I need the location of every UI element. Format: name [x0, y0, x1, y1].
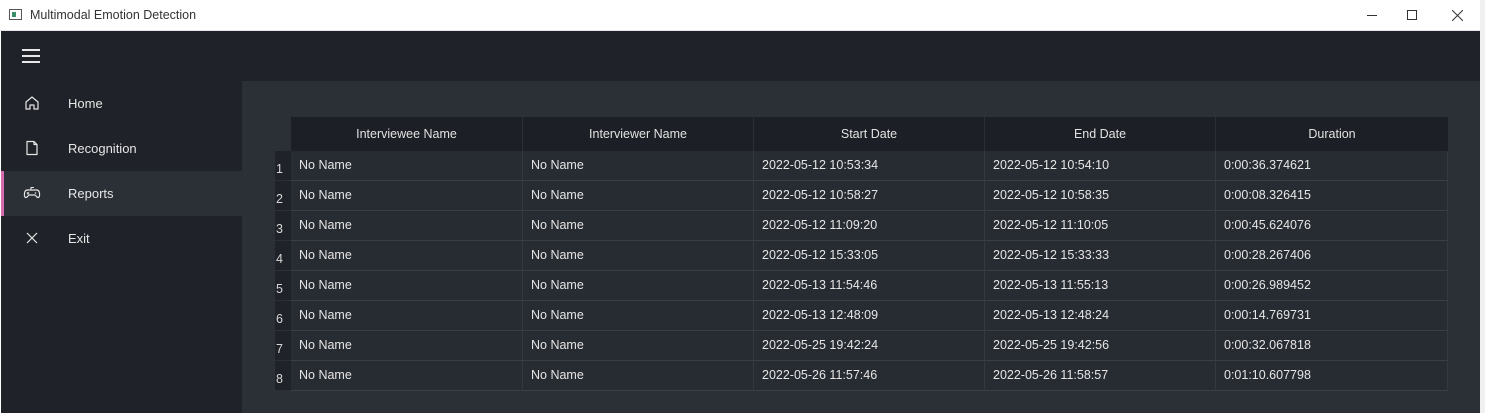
table-corner — [275, 117, 291, 151]
interviewer-cell[interactable]: No Name — [523, 211, 754, 241]
maximize-icon — [1407, 10, 1417, 20]
sidebar: Home Recognition Reports Exit — [1, 31, 242, 413]
interviewee-cell[interactable]: No Name — [291, 181, 523, 211]
document-icon — [23, 139, 41, 157]
sidebar-item-label: Home — [68, 96, 103, 111]
interviewer-cell[interactable]: No Name — [523, 181, 754, 211]
sidebar-item-label: Reports — [68, 186, 114, 201]
end-date-cell[interactable]: 2022-05-13 12:48:24 — [985, 301, 1216, 331]
interviewer-cell[interactable]: No Name — [523, 271, 754, 301]
interviewee-cell[interactable]: No Name — [291, 151, 523, 181]
column-header[interactable]: Duration — [1216, 117, 1448, 151]
menu-toggle-button[interactable] — [1, 31, 242, 81]
close-button[interactable] — [1434, 0, 1480, 30]
start-date-cell[interactable]: 2022-05-13 11:54:46 — [754, 271, 985, 301]
close-icon — [23, 229, 41, 247]
sidebar-item-exit[interactable]: Exit — [1, 216, 242, 261]
column-header[interactable]: Start Date — [754, 117, 985, 151]
row-number: 4 — [275, 241, 291, 271]
end-date-cell[interactable]: 2022-05-25 19:42:56 — [985, 331, 1216, 361]
table-row[interactable]: 5 No Name No Name 2022-05-13 11:54:46 20… — [275, 271, 1448, 301]
column-header[interactable]: Interviewer Name — [523, 117, 754, 151]
column-header[interactable]: Interviewee Name — [291, 117, 523, 151]
duration-cell[interactable]: 0:00:14.769731 — [1216, 301, 1448, 331]
end-date-cell[interactable]: 2022-05-12 11:10:05 — [985, 211, 1216, 241]
window-title: Multimodal Emotion Detection — [30, 8, 197, 22]
start-date-cell[interactable]: 2022-05-12 10:58:27 — [754, 181, 985, 211]
interviewee-cell[interactable]: No Name — [291, 241, 523, 271]
main-window: Home Recognition Reports Exit Interviewe… — [1, 31, 1480, 413]
table-row[interactable]: 7 No Name No Name 2022-05-25 19:42:24 20… — [275, 331, 1448, 361]
interviewee-cell[interactable]: No Name — [291, 211, 523, 241]
duration-cell[interactable]: 0:00:26.989452 — [1216, 271, 1448, 301]
table-row[interactable]: 4 No Name No Name 2022-05-12 15:33:05 20… — [275, 241, 1448, 271]
interviewer-cell[interactable]: No Name — [523, 301, 754, 331]
interviewer-cell[interactable]: No Name — [523, 361, 754, 391]
end-date-cell[interactable]: 2022-05-13 11:55:13 — [985, 271, 1216, 301]
interviewer-cell[interactable]: No Name — [523, 331, 754, 361]
sidebar-item-reports[interactable]: Reports — [1, 171, 242, 216]
column-header[interactable]: End Date — [985, 117, 1216, 151]
interviewer-cell[interactable]: No Name — [523, 151, 754, 181]
minimize-icon — [1367, 15, 1377, 16]
end-date-cell[interactable]: 2022-05-12 15:33:33 — [985, 241, 1216, 271]
home-icon — [23, 94, 41, 112]
row-number: 8 — [275, 361, 291, 391]
table-row[interactable]: 6 No Name No Name 2022-05-13 12:48:09 20… — [275, 301, 1448, 331]
row-number: 5 — [275, 271, 291, 301]
close-icon — [1451, 9, 1463, 21]
interviewer-cell[interactable]: No Name — [523, 241, 754, 271]
row-number: 6 — [275, 301, 291, 331]
start-date-cell[interactable]: 2022-05-12 11:09:20 — [754, 211, 985, 241]
duration-cell[interactable]: 0:00:45.624076 — [1216, 211, 1448, 241]
interviewee-cell[interactable]: No Name — [291, 361, 523, 391]
start-date-cell[interactable]: 2022-05-13 12:48:09 — [754, 301, 985, 331]
gamepad-icon — [23, 184, 41, 202]
sidebar-item-label: Recognition — [68, 141, 137, 156]
top-bar — [242, 31, 1480, 81]
table-row[interactable]: 1 No Name No Name 2022-05-12 10:53:34 20… — [275, 151, 1448, 181]
duration-cell[interactable]: 0:00:08.326415 — [1216, 181, 1448, 211]
duration-cell[interactable]: 0:00:36.374621 — [1216, 151, 1448, 181]
start-date-cell[interactable]: 2022-05-26 11:57:46 — [754, 361, 985, 391]
row-number: 2 — [275, 181, 291, 211]
table-row[interactable]: 8 No Name No Name 2022-05-26 11:57:46 20… — [275, 361, 1448, 391]
duration-cell[interactable]: 0:00:28.267406 — [1216, 241, 1448, 271]
sidebar-item-label: Exit — [68, 231, 90, 246]
end-date-cell[interactable]: 2022-05-12 10:58:35 — [985, 181, 1216, 211]
end-date-cell[interactable]: 2022-05-26 11:58:57 — [985, 361, 1216, 391]
window-edge — [1480, 0, 1485, 413]
duration-cell[interactable]: 0:00:32.067818 — [1216, 331, 1448, 361]
hamburger-icon — [22, 49, 40, 63]
app-icon — [9, 9, 22, 20]
end-date-cell[interactable]: 2022-05-12 10:54:10 — [985, 151, 1216, 181]
interviewee-cell[interactable]: No Name — [291, 331, 523, 361]
row-number: 7 — [275, 331, 291, 361]
start-date-cell[interactable]: 2022-05-25 19:42:24 — [754, 331, 985, 361]
start-date-cell[interactable]: 2022-05-12 15:33:05 — [754, 241, 985, 271]
row-number: 3 — [275, 211, 291, 241]
sidebar-item-home[interactable]: Home — [1, 81, 242, 126]
interviewee-cell[interactable]: No Name — [291, 301, 523, 331]
duration-cell[interactable]: 0:01:10.607798 — [1216, 361, 1448, 391]
sidebar-item-recognition[interactable]: Recognition — [1, 126, 242, 171]
maximize-button[interactable] — [1389, 0, 1435, 30]
title-bar: Multimodal Emotion Detection — [0, 0, 1481, 31]
start-date-cell[interactable]: 2022-05-12 10:53:34 — [754, 151, 985, 181]
interviewee-cell[interactable]: No Name — [291, 271, 523, 301]
row-number: 1 — [275, 151, 291, 181]
table-row[interactable]: 2 No Name No Name 2022-05-12 10:58:27 20… — [275, 181, 1448, 211]
table-row[interactable]: 3 No Name No Name 2022-05-12 11:09:20 20… — [275, 211, 1448, 241]
